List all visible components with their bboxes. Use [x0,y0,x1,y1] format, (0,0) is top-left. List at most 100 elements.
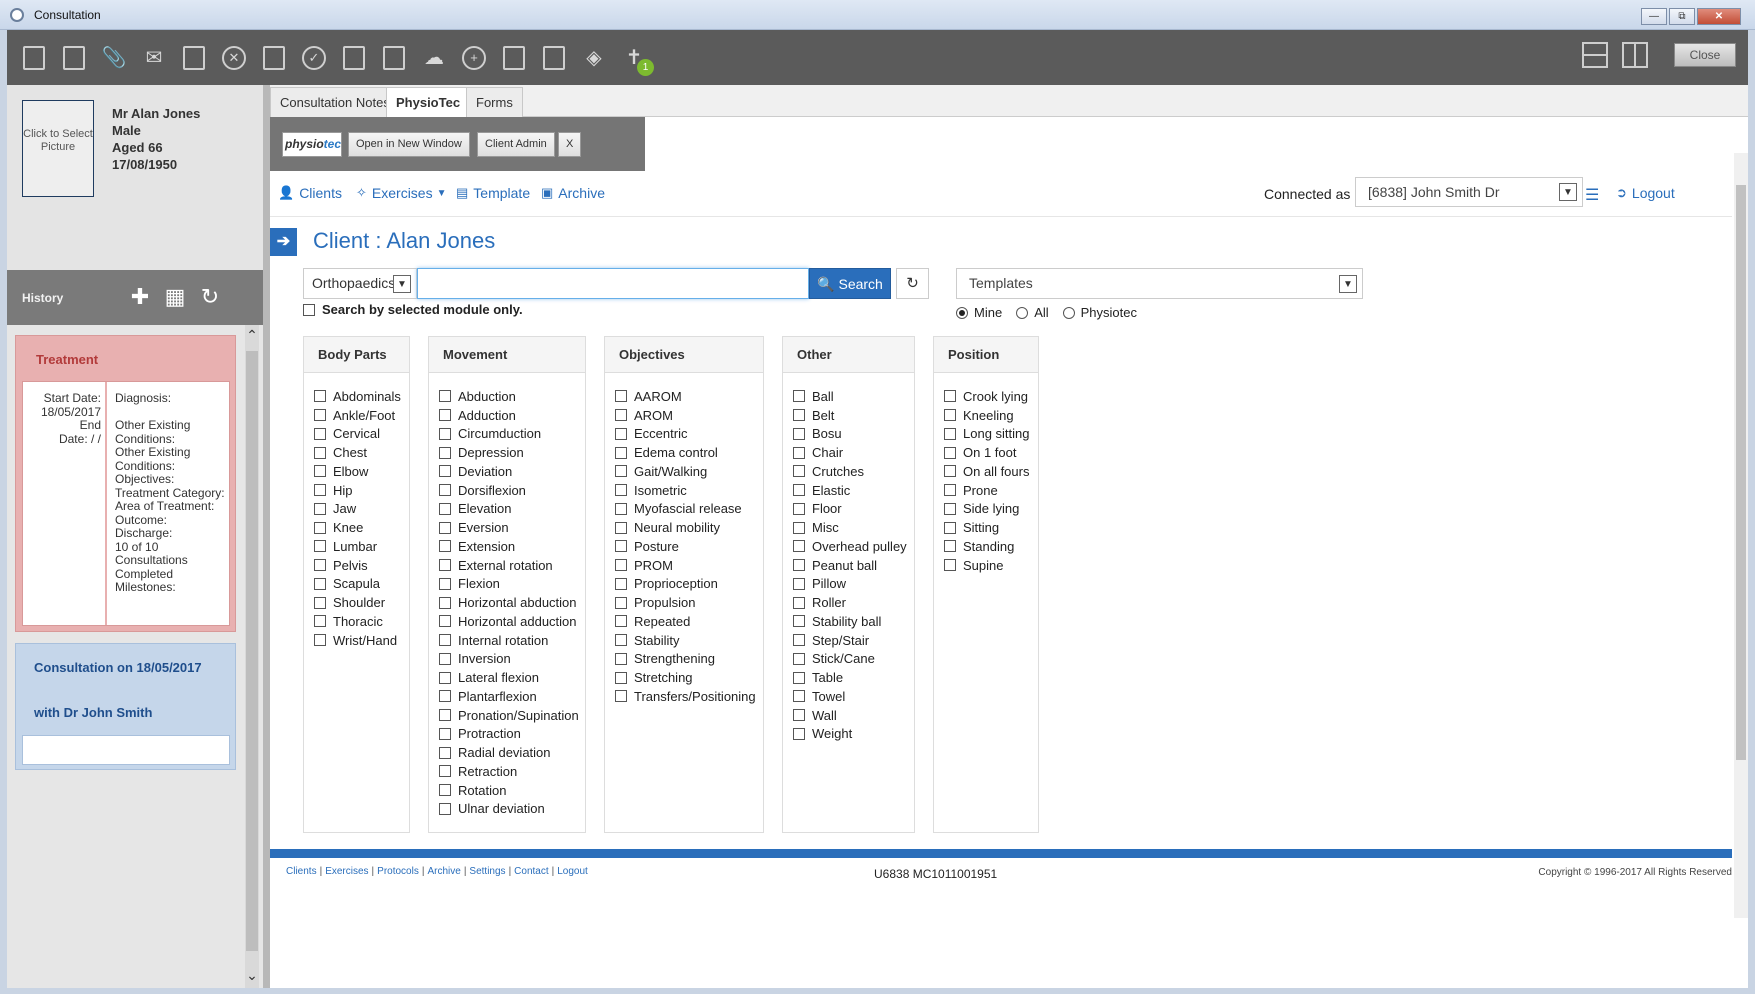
filter-option-thoracic[interactable]: Thoracic [314,612,409,631]
checkbox[interactable] [314,390,326,403]
filter-option-gait-walking[interactable]: Gait/Walking [615,462,763,481]
filter-option-chest[interactable]: Chest [314,443,409,462]
checkbox[interactable] [314,484,326,497]
filter-option-extension[interactable]: Extension [439,537,585,556]
checkbox[interactable] [439,521,451,534]
filter-option-scapula[interactable]: Scapula [314,575,409,594]
checkbox[interactable] [793,652,805,665]
filter-option-on-all-fours[interactable]: On all fours [944,462,1038,481]
checkbox[interactable] [439,465,451,478]
checkbox[interactable] [314,615,326,628]
client-admin-button[interactable]: Client Admin [477,132,555,157]
checkbox[interactable] [439,690,451,703]
checkbox[interactable] [944,465,956,478]
filter-option-on-1-foot[interactable]: On 1 foot [944,443,1038,462]
checkbox[interactable] [314,427,326,440]
search-button[interactable]: 🔍 Search [809,268,891,299]
filter-option-elevation[interactable]: Elevation [439,500,585,519]
filter-option-towel[interactable]: Towel [793,687,914,706]
checkbox[interactable] [615,596,627,609]
checkbox[interactable] [944,559,956,572]
filter-option-protraction[interactable]: Protraction [439,725,585,744]
checkbox[interactable] [615,502,627,515]
nav-exercises[interactable]: ✧ Exercises ▼ [356,185,447,201]
checkbox[interactable] [439,709,451,722]
checkbox[interactable] [615,540,627,553]
vertical-layout-icon[interactable] [1622,42,1648,68]
checkbox[interactable] [439,596,451,609]
filter-option-pillow[interactable]: Pillow [793,575,914,594]
filter-option-edema-control[interactable]: Edema control [615,443,763,462]
scroll-down-icon[interactable]: ⌄ [245,967,259,984]
checkbox[interactable] [314,577,326,590]
filter-option-lumbar[interactable]: Lumbar [314,537,409,556]
filter-option-abdominals[interactable]: Abdominals [314,387,409,406]
checkbox[interactable] [439,559,451,572]
horizontal-layout-icon[interactable] [1582,42,1608,68]
clipboard-icon[interactable] [61,45,87,71]
filter-option-supine[interactable]: Supine [944,556,1038,575]
main-scrollbar[interactable] [1734,153,1748,918]
filter-option-crook-lying[interactable]: Crook lying [944,387,1038,406]
radio-all[interactable]: All [1016,305,1049,320]
checkbox[interactable] [793,727,805,740]
filter-option-adduction[interactable]: Adduction [439,406,585,425]
filter-option-peanut-ball[interactable]: Peanut ball [793,556,914,575]
restore-button[interactable]: ⧉ [1669,8,1695,25]
checkbox[interactable] [439,671,451,684]
filter-option-proprioception[interactable]: Proprioception [615,575,763,594]
checkbox[interactable] [615,671,627,684]
checkbox[interactable] [793,615,805,628]
reset-search-button[interactable]: ↻ [896,268,929,299]
checkbox[interactable] [793,540,805,553]
checkbox[interactable] [439,577,451,590]
checkbox[interactable] [793,596,805,609]
filter-option-crutches[interactable]: Crutches [793,462,914,481]
add-icon[interactable]: + [461,45,487,71]
filter-option-wrist-hand[interactable]: Wrist/Hand [314,631,409,650]
checkbox[interactable] [439,615,451,628]
filter-option-ulnar-deviation[interactable]: Ulnar deviation [439,800,585,819]
physio-icon[interactable]: ✝ 1 [621,45,654,76]
filter-option-repeated[interactable]: Repeated [615,612,763,631]
checkbox[interactable] [944,484,956,497]
grid-add-icon[interactable]: ▦ [162,284,188,310]
checkbox[interactable] [793,559,805,572]
filter-option-eccentric[interactable]: Eccentric [615,425,763,444]
filter-option-ankle-foot[interactable]: Ankle/Foot [314,406,409,425]
filter-option-roller[interactable]: Roller [793,593,914,612]
filter-option-depression[interactable]: Depression [439,443,585,462]
filter-option-jaw[interactable]: Jaw [314,500,409,519]
cancel-icon[interactable]: ✕ [221,45,247,71]
inbox-icon[interactable] [541,45,567,71]
checkbox[interactable] [439,727,451,740]
checkbox[interactable] [439,390,451,403]
filter-option-rotation[interactable]: Rotation [439,781,585,800]
filter-option-side-lying[interactable]: Side lying [944,500,1038,519]
nav-template[interactable]: ▤ Template [456,185,530,201]
checkbox[interactable] [793,521,805,534]
filter-option-prom[interactable]: PROM [615,556,763,575]
lock-icon[interactable] [381,45,407,71]
close-button[interactable]: Close [1674,43,1736,67]
filter-option-arom[interactable]: AROM [615,406,763,425]
list-view-icon[interactable]: ☰ [1585,185,1599,205]
filter-option-floor[interactable]: Floor [793,500,914,519]
checkbox[interactable] [793,484,805,497]
checkbox[interactable] [615,390,627,403]
checkbox[interactable] [439,409,451,422]
filter-option-eversion[interactable]: Eversion [439,518,585,537]
filter-option-abduction[interactable]: Abduction [439,387,585,406]
filter-option-horizontal-abduction[interactable]: Horizontal abduction [439,593,585,612]
nav-logout[interactable]: ➲ Logout [1616,185,1675,201]
checkbox[interactable] [944,409,956,422]
tab-consultation-notes[interactable]: Consultation Notes [270,87,400,117]
history-list[interactable]: Treatment Start Date: 18/05/2017 End Dat… [7,325,263,988]
checkbox[interactable] [615,634,627,647]
filter-option-radial-deviation[interactable]: Radial deviation [439,743,585,762]
checkbox[interactable] [793,390,805,403]
filter-option-shoulder[interactable]: Shoulder [314,593,409,612]
window-close-button[interactable]: ✕ [1697,8,1741,25]
checkbox[interactable] [793,502,805,515]
arrow-right-icon[interactable]: ➔ [270,228,297,256]
